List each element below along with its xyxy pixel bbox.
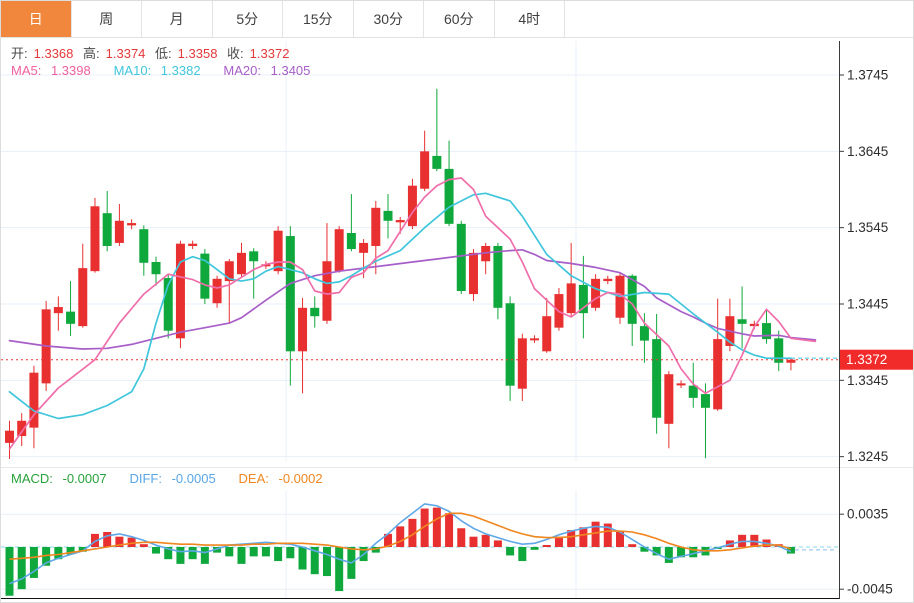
price-axis: 1.3745 1.3645 1.3545 1.3445 1.3345 1.3245 0.00… [839, 68, 893, 597]
svg-text:-0.0045: -0.0045 [847, 582, 893, 597]
close-value: 1.3372 [250, 46, 290, 61]
high-label: 高: [83, 46, 100, 61]
ma5-label: MA5: 1.3398 [11, 63, 104, 78]
macd-readout: MACD: -0.0007 DIFF: -0.0005 DEA: -0.0002 [11, 471, 335, 486]
svg-text:1.3345: 1.3345 [847, 373, 888, 388]
low-value: 1.3358 [178, 46, 218, 61]
svg-text:1.3545: 1.3545 [847, 220, 888, 235]
dea-value: DEA: -0.0002 [239, 471, 329, 486]
svg-text:1.3445: 1.3445 [847, 296, 888, 311]
open-label: 开: [11, 46, 28, 61]
svg-text:1.3745: 1.3745 [847, 68, 888, 83]
ma20-label: MA20: 1.3405 [223, 63, 316, 78]
candles [5, 89, 795, 459]
ma-readout: MA5: 1.3398 MA10: 1.3382 MA20: 1.3405 [11, 63, 322, 78]
grid-lines [1, 41, 839, 598]
low-label: 低: [155, 46, 172, 61]
ohlc-readout: 开: 1.3368 高: 1.3374 低: 1.3358 收: 1.3372 [11, 43, 295, 62]
diff-value: DIFF: -0.0005 [129, 471, 228, 486]
svg-text:1.3372: 1.3372 [846, 352, 887, 367]
candlestick-chart[interactable]: 1.3745 1.3645 1.3545 1.3445 1.3345 1.3245 0.00… [1, 1, 914, 603]
ma10-label: MA10: 1.3382 [114, 63, 214, 78]
high-value: 1.3374 [106, 46, 146, 61]
svg-text:1.3245: 1.3245 [847, 449, 888, 464]
open-value: 1.3368 [34, 46, 74, 61]
chart-window: 日 周 月 5分 15分 30分 60分 4时 1.37451.36451.35… [0, 0, 914, 603]
current-price-label: 1.3372 [840, 350, 914, 370]
ma20-line [10, 250, 816, 349]
macd-histogram [6, 508, 795, 596]
macd-value: MACD: -0.0007 [11, 471, 120, 486]
close-label: 收: [227, 46, 244, 61]
svg-text:1.3645: 1.3645 [847, 144, 888, 159]
svg-text:0.0035: 0.0035 [847, 507, 888, 522]
